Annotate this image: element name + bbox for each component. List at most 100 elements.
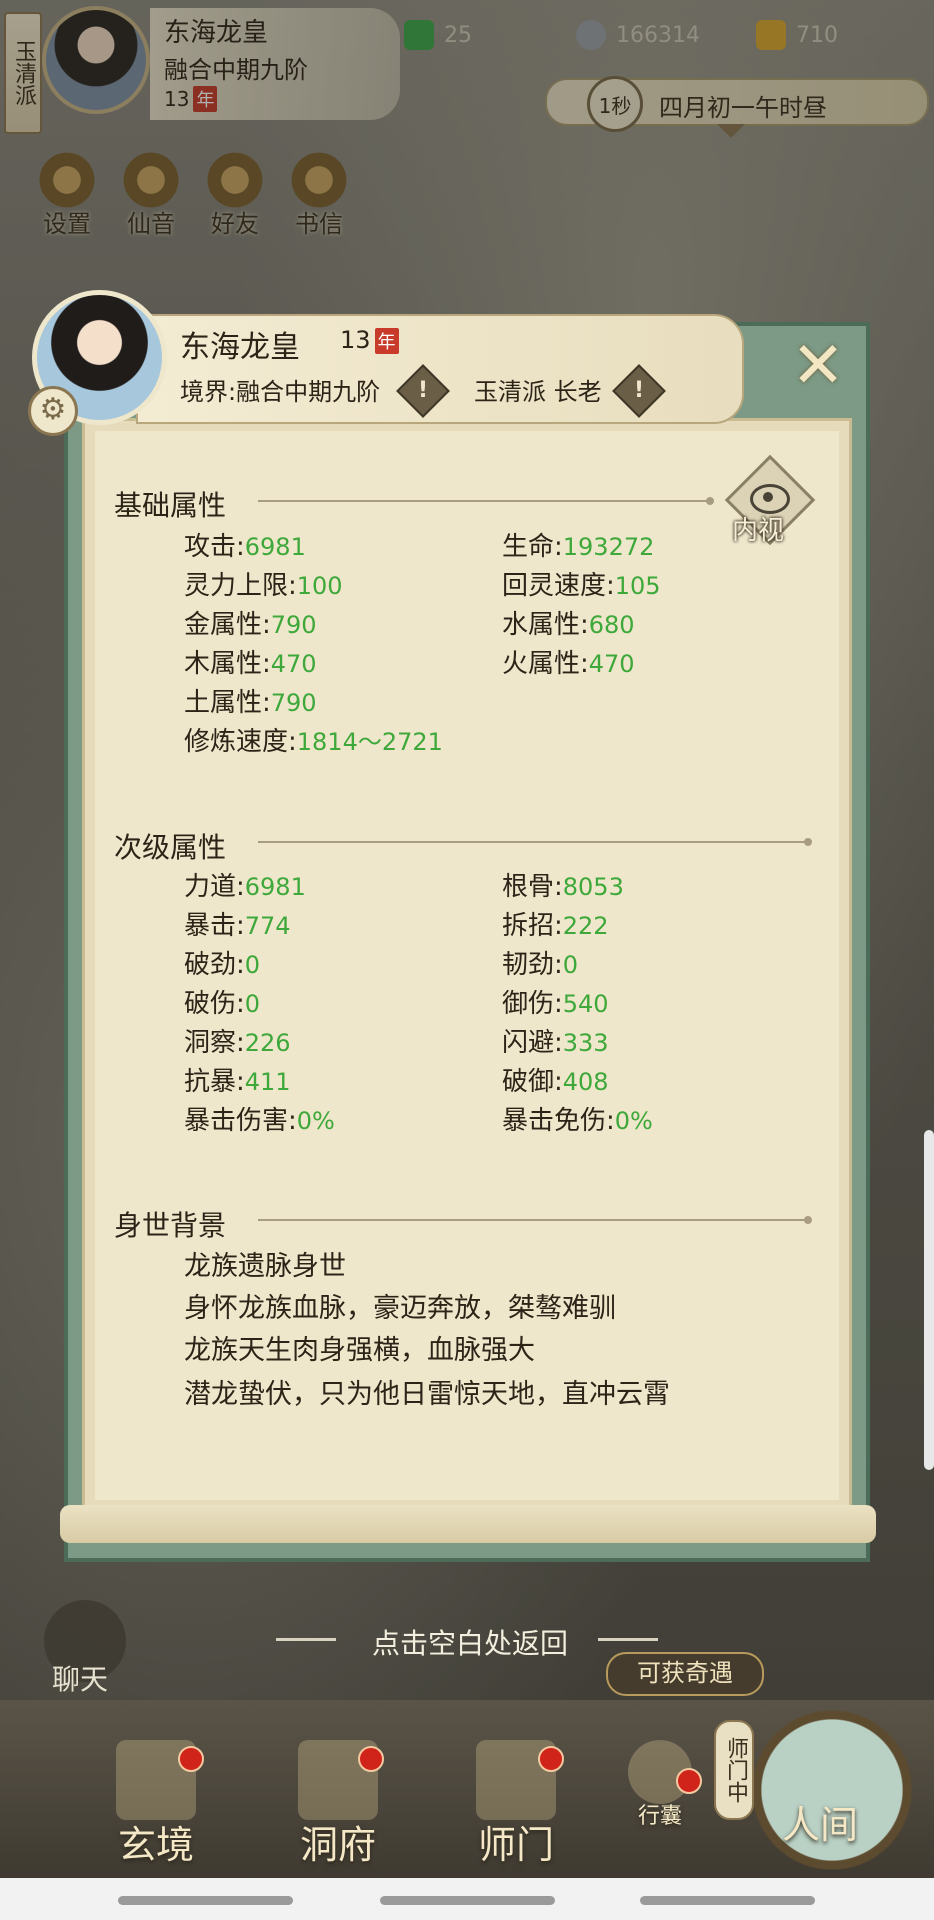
attribute-value: 0 (244, 951, 261, 979)
notification-dot (676, 1768, 702, 1794)
attribute-value: 411 (244, 1068, 291, 1096)
attribute-value: 6981 (244, 533, 306, 561)
attribute-row: 暴击免伤:0% (502, 1100, 653, 1137)
attribute-value: 226 (244, 1029, 291, 1057)
chat-label[interactable]: 聊天 (52, 1658, 108, 1698)
system-home[interactable] (380, 1896, 555, 1905)
attribute-value: 100 (296, 572, 343, 600)
notification-dot (538, 1746, 564, 1772)
world-map-button[interactable] (742, 1700, 922, 1880)
close-button[interactable]: ✕ (786, 334, 850, 400)
background-line: 身怀龙族血脉，豪迈奔放，桀骜难驯 (184, 1293, 616, 1324)
attribute-value: 470 (588, 650, 635, 678)
gear-icon[interactable]: ⚙ (28, 386, 78, 436)
attribute-value: 333 (562, 1029, 609, 1057)
attribute-name: 暴击免伤: (502, 1106, 615, 1136)
attribute-row: 破御:408 (502, 1061, 609, 1098)
attribute-value: 0% (614, 1107, 653, 1135)
side-drawer-handle[interactable] (924, 1130, 934, 1470)
attribute-row: 根骨:8053 (502, 866, 624, 903)
attribute-row: 拆招:222 (502, 905, 609, 942)
attribute-name: 拆招: (502, 911, 563, 941)
attribute-row: 回灵速度:105 (502, 565, 661, 602)
attribute-name: 御伤: (502, 989, 563, 1019)
attribute-name: 回灵速度: (502, 571, 615, 601)
attribute-name: 火属性: (502, 649, 589, 679)
attribute-name: 生命: (502, 532, 563, 562)
attribute-row: 暴击:774 (184, 905, 291, 942)
divider (258, 497, 714, 505)
attribute-name: 攻击: (184, 532, 245, 562)
attribute-value: 774 (244, 912, 291, 940)
attribute-row: 暴击伤害:0% (184, 1100, 335, 1137)
attribute-row: 韧劲:0 (502, 944, 578, 981)
attribute-name: 韧劲: (502, 950, 563, 980)
attribute-row: 闪避:333 (502, 1022, 609, 1059)
attribute-value: 0% (296, 1107, 335, 1135)
attribute-value: 540 (562, 990, 609, 1018)
attribute-row: 土属性:790 (184, 682, 317, 719)
attribute-value: 790 (270, 611, 317, 639)
character-age: 13 年 (340, 326, 399, 354)
attribute-name: 破劲: (184, 950, 245, 980)
attribute-row: 生命:193272 (502, 526, 654, 563)
character-realm: 境界:融合中期九阶 (180, 378, 381, 406)
return-hint: 点击空白处返回 (371, 1627, 568, 1660)
attribute-value: 105 (614, 572, 661, 600)
attribute-row: 抗暴:411 (184, 1061, 291, 1098)
attribute-name: 根骨: (502, 872, 563, 902)
attribute-value: 8053 (562, 873, 624, 901)
notification-dot (358, 1746, 384, 1772)
background-line: 龙族天生肉身强横，血脉强大 (184, 1335, 535, 1366)
attribute-row: 御伤:540 (502, 983, 609, 1020)
sect-status-tag: 师门中 (714, 1720, 754, 1820)
attribute-name: 闪避: (502, 1028, 563, 1058)
attribute-name: 抗暴: (184, 1067, 245, 1097)
attribute-value: 0 (244, 990, 261, 1018)
character-sect: 玉清派 长老 (474, 378, 602, 406)
attribute-row: 修炼速度:1814～2721 (184, 721, 443, 758)
system-back[interactable] (118, 1896, 293, 1905)
system-nav-bar (0, 1878, 934, 1920)
background-line: 龙族遗脉身世 (184, 1251, 346, 1282)
attribute-row: 木属性:470 (184, 643, 317, 680)
notification-dot (178, 1746, 204, 1772)
attribute-row: 火属性:470 (502, 643, 635, 680)
attribute-row: 攻击:6981 (184, 526, 306, 563)
attribute-name: 水属性: (502, 610, 589, 640)
background-title: 身世背景 (114, 1209, 227, 1242)
secondary-attributes-title: 次级属性 (114, 831, 227, 864)
attribute-value: 6981 (244, 873, 306, 901)
attribute-name: 力道: (184, 872, 245, 902)
attribute-value: 222 (562, 912, 609, 940)
attribute-name: 修炼速度: (184, 727, 297, 757)
attribute-value: 470 (270, 650, 317, 678)
attribute-row: 力道:6981 (184, 866, 306, 903)
attribute-row: 破伤:0 (184, 983, 260, 1020)
attribute-name: 木属性: (184, 649, 271, 679)
attribute-row: 金属性:790 (184, 604, 317, 641)
attribute-row: 灵力上限:100 (184, 565, 343, 602)
attribute-name: 洞察: (184, 1028, 245, 1058)
attribute-name: 破御: (502, 1067, 563, 1097)
scroll-roller (60, 1505, 876, 1543)
divider (258, 1216, 812, 1224)
attribute-name: 灵力上限: (184, 571, 297, 601)
inner-view-button[interactable]: 内视 (724, 454, 816, 546)
background-line: 潜龙蛰伏，只为他日雷惊天地，直冲云霄 (184, 1379, 670, 1410)
adventure-button[interactable]: 可获奇遇 (606, 1652, 764, 1696)
attribute-row: 破劲:0 (184, 944, 260, 981)
attribute-name: 金属性: (184, 610, 271, 640)
attribute-value: 790 (270, 689, 317, 717)
attribute-value: 0 (562, 951, 579, 979)
attribute-value: 193272 (562, 533, 655, 561)
attribute-row: 水属性:680 (502, 604, 635, 641)
hint-ornament-right (598, 1638, 658, 1641)
character-name: 东海龙皇 (180, 330, 300, 365)
nav-renjian[interactable]: 人间 (760, 1800, 880, 1849)
system-recents[interactable] (640, 1896, 815, 1905)
attribute-name: 暴击伤害: (184, 1106, 297, 1136)
attribute-name: 破伤: (184, 989, 245, 1019)
divider (258, 838, 812, 846)
attribute-value: 408 (562, 1068, 609, 1096)
